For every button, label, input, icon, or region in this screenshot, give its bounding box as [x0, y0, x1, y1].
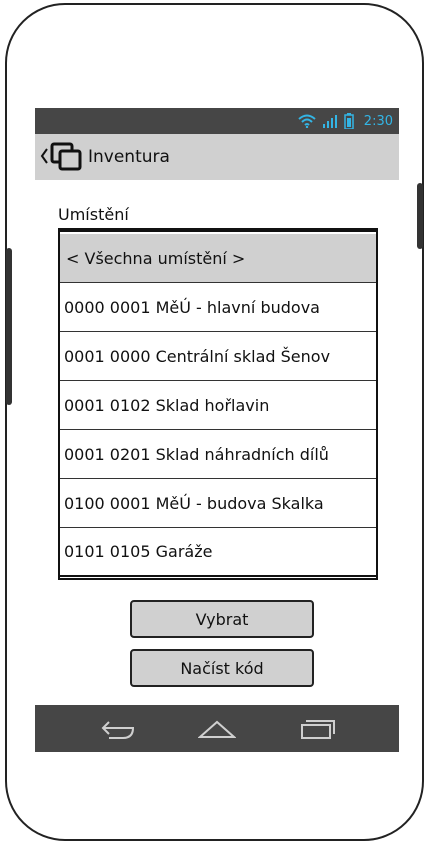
- volume-button: [6, 248, 12, 405]
- power-button: [417, 183, 423, 249]
- recents-icon[interactable]: [298, 715, 338, 743]
- back-icon[interactable]: [97, 715, 137, 743]
- list-item[interactable]: 0000 0001 MěÚ - hlavní budova: [60, 283, 376, 332]
- signal-icon: [322, 114, 338, 128]
- status-time: 2:30: [363, 113, 393, 129]
- home-icon[interactable]: [197, 715, 237, 743]
- status-icons: 2:30: [298, 108, 393, 134]
- list-item[interactable]: 0100 0001 MěÚ - budova Skalka: [60, 479, 376, 528]
- app-windows-icon[interactable]: [50, 142, 84, 176]
- navigation-bar: [35, 705, 399, 752]
- list-item[interactable]: 0001 0201 Sklad náhradních dílů: [60, 430, 376, 479]
- action-bar: Inventura: [35, 134, 399, 180]
- location-list[interactable]: < Všechna umístění > 0000 0001 MěÚ - hla…: [58, 228, 378, 580]
- screen: 2:30 Inventura Umístění < Všechna umístě…: [35, 108, 399, 752]
- back-chevron-icon[interactable]: [39, 146, 49, 170]
- select-button[interactable]: Vybrat: [130, 600, 314, 638]
- battery-icon: [344, 113, 354, 129]
- list-item[interactable]: 0001 0000 Centrální sklad Šenov: [60, 332, 376, 381]
- app-title: Inventura: [88, 147, 170, 167]
- status-bar: 2:30: [35, 108, 399, 134]
- scan-code-button[interactable]: Načíst kód: [130, 649, 314, 687]
- list-item[interactable]: 0001 0102 Sklad hořlavin: [60, 381, 376, 430]
- list-item[interactable]: < Všechna umístění >: [60, 234, 376, 283]
- location-label: Umístění: [58, 205, 129, 224]
- list-item[interactable]: 0101 0105 Garáže: [60, 528, 376, 577]
- wifi-icon: [298, 114, 316, 128]
- list-divider: [60, 230, 376, 232]
